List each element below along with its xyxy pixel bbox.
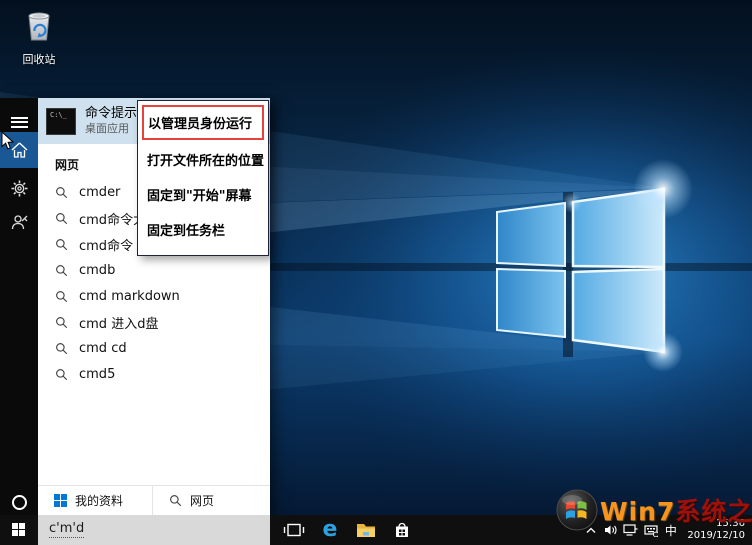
tray-time: 15:36 — [687, 518, 745, 531]
search-suggestion-cmd-ddrive[interactable]: cmd 进入d盘 — [38, 309, 270, 335]
taskbar-icons: e — [276, 515, 420, 545]
search-icon — [55, 342, 68, 355]
search-filter-tabs: 我的资料 网页 — [38, 485, 270, 515]
tray-expand-button[interactable] — [582, 518, 599, 542]
menu-item-run-as-admin[interactable]: 以管理员身份运行 — [144, 107, 262, 138]
system-tray: 中 15:36 2019/12/10 — [582, 518, 752, 543]
search-suggestion-cmd-cd[interactable]: cmd cd — [38, 335, 270, 361]
search-suggestion-cmd-markdown[interactable]: cmd markdown — [38, 283, 270, 309]
task-view-icon — [283, 521, 305, 539]
command-prompt-icon: C:\_ — [46, 108, 76, 135]
recycle-bin[interactable]: 回收站 — [8, 4, 70, 67]
search-icon — [55, 186, 68, 199]
recycle-bin-label: 回收站 — [8, 51, 70, 67]
security-button[interactable] — [642, 518, 659, 542]
search-suggestion-cmd5[interactable]: cmd5 — [38, 361, 270, 387]
screen: 回收站 — [0, 0, 752, 545]
recycle-bin-icon — [18, 4, 60, 46]
file-explorer-icon — [355, 521, 377, 539]
search-icon — [169, 494, 182, 507]
feedback-person-icon — [11, 214, 28, 230]
windows-logo-icon — [54, 494, 67, 507]
chevron-up-icon — [586, 527, 596, 534]
search-icon — [55, 368, 68, 381]
store-icon — [392, 520, 412, 540]
taskbar: c'm'd e — [0, 515, 752, 545]
tab-web[interactable]: 网页 — [152, 486, 270, 515]
search-icon — [55, 264, 68, 277]
rail-item-settings[interactable] — [0, 170, 38, 206]
ime-mode-button[interactable]: 中 — [662, 518, 679, 542]
start-menu-rail — [0, 98, 38, 515]
volume-button[interactable] — [602, 518, 619, 542]
search-icon — [55, 238, 68, 251]
search-icon — [55, 212, 68, 225]
cortana-icon — [12, 495, 27, 510]
task-view-button[interactable] — [276, 515, 312, 545]
context-menu: 以管理员身份运行 打开文件所在的位置 固定到"开始"屏幕 固定到任务栏 — [137, 100, 269, 256]
search-icon — [55, 290, 68, 303]
menu-item-open-file-location[interactable]: 打开文件所在的位置 — [142, 142, 264, 177]
search-suggestion-cmdb[interactable]: cmdb — [38, 257, 270, 283]
gear-icon — [11, 180, 28, 197]
annotation-red-box: 以管理员身份运行 — [142, 105, 264, 140]
tray-date: 2019/12/10 — [687, 530, 745, 543]
ime-indicator: 中 — [662, 522, 679, 539]
store-button[interactable] — [384, 515, 420, 545]
search-icon — [55, 316, 68, 329]
windows-start-icon — [12, 523, 26, 537]
edge-icon: e — [323, 519, 338, 541]
taskbar-search-input[interactable]: c'm'd — [38, 515, 270, 545]
tray-clock[interactable]: 15:36 2019/12/10 — [682, 518, 749, 543]
edge-browser-button[interactable]: e — [312, 515, 348, 545]
mouse-cursor — [1, 131, 14, 150]
network-button[interactable] — [622, 518, 639, 542]
rail-item-feedback[interactable] — [0, 204, 38, 240]
shield-keyboard-icon — [644, 524, 658, 537]
file-explorer-button[interactable] — [348, 515, 384, 545]
tab-my-stuff[interactable]: 我的资料 — [38, 486, 152, 515]
menu-item-pin-to-start[interactable]: 固定到"开始"屏幕 — [142, 177, 264, 212]
start-button[interactable] — [0, 515, 38, 545]
volume-icon — [604, 524, 618, 536]
menu-item-pin-to-taskbar[interactable]: 固定到任务栏 — [142, 212, 264, 247]
search-input-value: c'm'd — [49, 522, 84, 537]
network-icon — [623, 524, 638, 536]
hamburger-icon — [11, 117, 28, 128]
